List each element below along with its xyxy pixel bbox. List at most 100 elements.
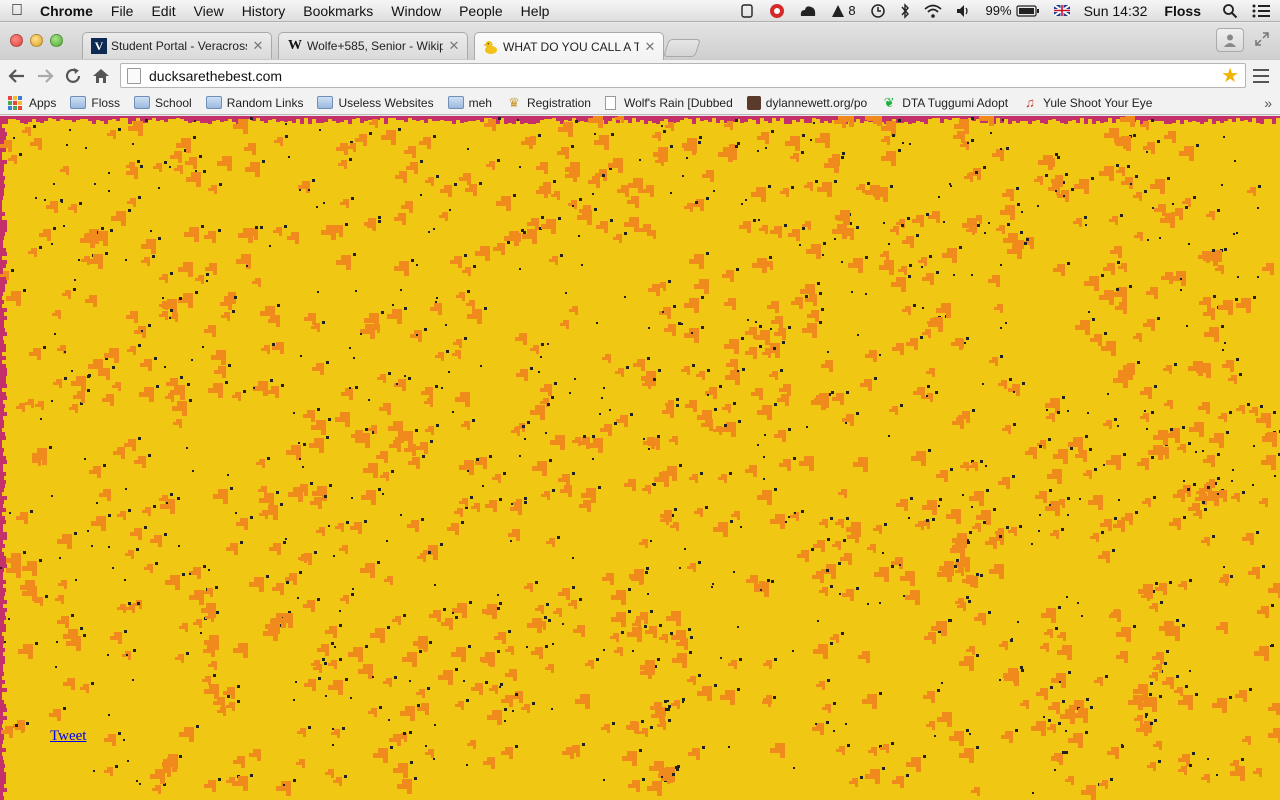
bookmark-folder-random-links[interactable]: Random Links [205,95,304,110]
tab-wikipedia[interactable]: W Wolfe+585, Senior - Wikip ✕ [278,32,468,59]
folder-icon [447,96,464,109]
close-tab-icon[interactable]: ✕ [643,39,657,55]
home-button[interactable] [90,65,112,87]
reload-icon [65,68,81,83]
menu-edit[interactable]: Edit [142,0,184,22]
bookmark-registration[interactable]: ♛ Registration [506,95,591,111]
folder-icon [205,96,222,109]
duck-favicon-icon [483,39,499,55]
avatar-icon [746,95,761,110]
bookmark-label: Yule Shoot Your Eye [1043,95,1153,110]
new-tab-button[interactable] [663,39,701,57]
bookmark-star-icon[interactable]: ★ [1221,66,1239,86]
bookmark-folder-meh[interactable]: meh [447,95,492,110]
menu-bar-clock[interactable]: Sun 14:32 [1077,0,1155,22]
back-arrow-icon [8,69,24,83]
bookmark-label: Useless Websites [338,95,434,110]
bookmark-yule-shoot[interactable]: ♫ Yule Shoot Your Eye [1022,95,1152,111]
bookmark-label: School [155,95,192,110]
page-icon [127,67,141,84]
battery-icon [1015,4,1039,17]
wikipedia-favicon-icon: W [288,38,302,53]
back-button[interactable] [6,65,28,87]
close-tab-icon[interactable]: ✕ [447,38,461,54]
bookmarks-bar: Apps Floss School Random Links Useless W… [0,91,1280,115]
close-window-button[interactable] [10,34,23,47]
fullscreen-icon[interactable] [1254,31,1272,49]
address-url: ducksarethebest.com [149,67,283,84]
page-icon [604,95,616,110]
folder-icon [134,96,151,109]
battery-percent: 99% [985,2,1012,18]
window-controls [10,34,63,47]
browser-toolbar: ducksarethebest.com ★ [0,59,1280,91]
tab-student-portal[interactable]: V Student Portal - Veracross ✕ [82,32,272,59]
page-content: Tweet [0,116,1280,800]
menu-bar-user[interactable]: Floss [1154,0,1215,22]
apple-menu-icon[interactable]:  [0,2,34,20]
person-icon [1224,34,1236,47]
bookmark-label: DTA Tuggumi Adopt [902,95,1009,110]
menu-people[interactable]: People [450,0,512,22]
cloud-app-icon[interactable] [792,4,824,18]
bookmark-wolfs-rain[interactable]: Wolf's Rain [Dubbed [604,95,733,110]
notification-center-icon[interactable] [1245,4,1280,18]
folder-icon [317,96,334,109]
tab-title: WHAT DO YOU CALL A THE [503,39,639,54]
bookmarks-overflow-chevron-icon[interactable]: » [1264,95,1272,111]
tab-title: Student Portal - Veracross [111,39,247,53]
tweet-link[interactable]: Tweet [50,728,86,745]
home-icon [93,69,109,83]
bookmark-dylannewett[interactable]: dylannewett.org/po [746,95,868,110]
lastpass-icon[interactable] [762,3,792,19]
evernote-icon[interactable] [732,3,762,19]
forward-arrow-icon [38,69,54,83]
bookmark-label: Random Links [226,95,304,110]
bookmark-label: Apps [29,95,57,110]
menu-file[interactable]: File [102,0,143,22]
menu-help[interactable]: Help [512,0,559,22]
minimize-window-button[interactable] [30,34,43,47]
forward-button[interactable] [34,65,56,87]
battery-status[interactable]: 99% [979,0,1047,22]
bookmark-label: Floss [91,95,121,110]
spotlight-search-icon[interactable] [1215,3,1245,19]
apps-icon [8,95,24,110]
menu-history[interactable]: History [233,0,295,22]
menu-window[interactable]: Window [382,0,450,22]
dta-icon: ❦ [883,94,895,110]
bookmark-folder-useless-websites[interactable]: Useless Websites [317,95,434,110]
profile-avatar-button[interactable] [1216,28,1244,52]
veracross-favicon-icon: V [91,38,107,54]
close-tab-icon[interactable]: ✕ [251,38,265,54]
duck-pattern-canvas [0,116,1280,800]
menu-bookmarks[interactable]: Bookmarks [294,0,382,22]
tab-ducks-active[interactable]: WHAT DO YOU CALL A THE ✕ [474,32,664,60]
bookmark-apps[interactable]: Apps [8,95,57,110]
bookmark-label: dylannewett.org/po [765,95,868,110]
volume-icon[interactable] [949,4,979,18]
browser-tab-strip: V Student Portal - Veracross ✕ W Wolfe+5… [0,23,1280,60]
registration-icon: ♛ [508,94,520,110]
input-source-flag-icon[interactable] [1047,5,1077,16]
chrome-menu-button[interactable] [1252,67,1270,85]
zoom-window-button[interactable] [50,34,63,47]
bookmark-dta-tuggumi[interactable]: ❦ DTA Tuggumi Adopt [881,95,1008,111]
guitar-icon: ♫ [1025,94,1035,110]
menu-bar-status-area: 8 99% Sun 14:32 Floss [732,0,1280,22]
bookmark-folder-floss[interactable]: Floss [70,96,120,110]
notification-count[interactable]: 8 [824,0,862,22]
time-machine-icon[interactable] [863,3,893,19]
bookmark-label: meh [468,95,492,110]
reload-button[interactable] [62,65,84,87]
menu-chrome[interactable]: Chrome [34,0,102,22]
bookmark-label: Registration [526,95,591,110]
bookmark-label: Wolf's Rain [Dubbed [623,95,733,110]
bookmark-folder-school[interactable]: School [134,96,192,110]
bluetooth-icon[interactable] [893,2,917,19]
wifi-icon[interactable] [917,4,949,18]
menu-view[interactable]: View [185,0,233,22]
address-bar[interactable]: ducksarethebest.com ★ [120,63,1246,88]
macos-menu-bar:  Chrome File Edit View History Bookmark… [0,0,1280,22]
notification-count-label: 8 [848,2,856,18]
